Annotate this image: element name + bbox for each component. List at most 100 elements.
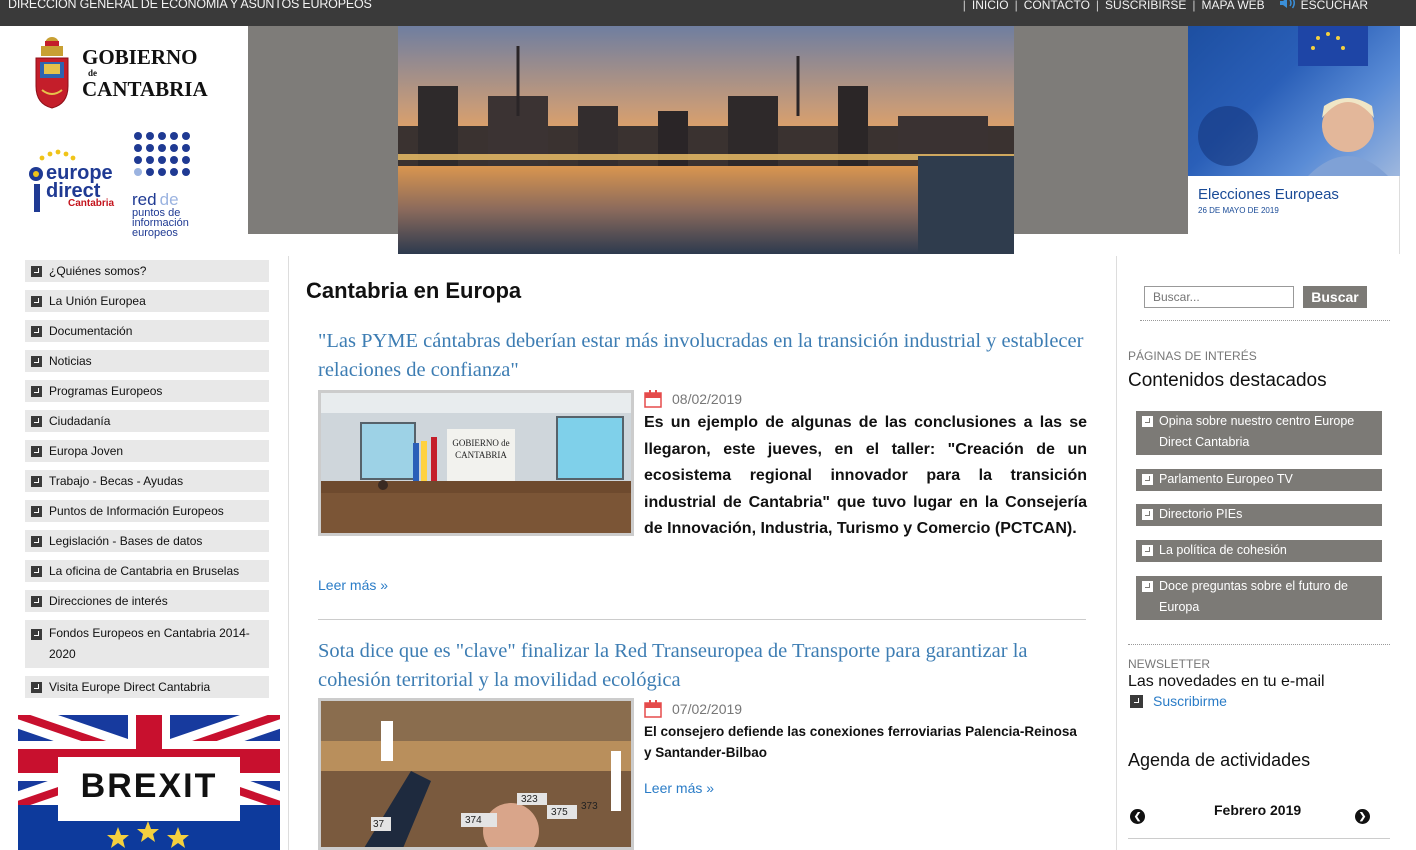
nav-item-union-europea[interactable]: La Unión Europea bbox=[25, 290, 269, 312]
nav-item-legislacion[interactable]: Legislación - Bases de datos bbox=[25, 530, 269, 552]
arrow-icon bbox=[1142, 416, 1153, 427]
article-date: 08/02/2019 bbox=[644, 390, 742, 408]
arrow-icon bbox=[1142, 509, 1153, 520]
link-contacto[interactable]: CONTACTO bbox=[1024, 0, 1090, 12]
article-image[interactable]: GOBIERNO de CANTABRIA bbox=[318, 390, 634, 536]
article-separator bbox=[318, 619, 1086, 620]
seat-number: 374 bbox=[465, 815, 482, 826]
featured-title: Contenidos destacados bbox=[1128, 370, 1327, 391]
arrow-icon bbox=[1142, 474, 1153, 485]
featured-link[interactable]: Opina sobre nuestro centro Europe Direct… bbox=[1136, 411, 1382, 455]
elections-date: 26 DE MAYO DE 2019 bbox=[1198, 206, 1279, 215]
link-inicio[interactable]: INICIO bbox=[972, 0, 1009, 12]
header: GOBIERNO de CANTABRIA europe direct Cant… bbox=[0, 26, 1416, 254]
read-more-link[interactable]: Leer más » bbox=[644, 780, 714, 796]
nav-item-puntos-informacion[interactable]: Puntos de Información Europeos bbox=[25, 500, 269, 522]
top-links: | INICIO | CONTACTO | SUSCRIBIRSE | MAPA… bbox=[957, 0, 1368, 12]
nav-item-oficina-bruselas[interactable]: La oficina de Cantabria en Bruselas bbox=[25, 560, 269, 582]
agenda-title: Agenda de actividades bbox=[1128, 750, 1311, 770]
seat-number: 375 bbox=[551, 807, 568, 818]
featured-link[interactable]: La política de cohesión bbox=[1136, 540, 1382, 562]
nav-item-direcciones[interactable]: Direcciones de interés bbox=[25, 590, 269, 612]
arrow-icon bbox=[31, 416, 42, 427]
arrow-icon bbox=[31, 356, 42, 367]
featured-link[interactable]: Directorio PIEs bbox=[1136, 504, 1382, 526]
divider bbox=[288, 256, 289, 850]
nav-item-visita-europe-direct[interactable]: Visita Europe Direct Cantabria bbox=[25, 676, 269, 698]
next-month-icon[interactable]: ❯ bbox=[1355, 809, 1370, 824]
seat-number: 323 bbox=[521, 794, 538, 805]
arrow-icon bbox=[1142, 581, 1153, 592]
agenda-month: Febrero 2019 bbox=[1214, 802, 1302, 818]
newsletter-label: NEWSLETTER bbox=[1128, 657, 1211, 671]
europe-direct-name: europe direct bbox=[46, 162, 113, 202]
nav-item-documentacion[interactable]: Documentación bbox=[25, 320, 269, 342]
page-title: Cantabria en Europa bbox=[306, 278, 522, 303]
arrow-icon bbox=[31, 446, 42, 457]
featured-link[interactable]: Doce preguntas sobre el futuro de Europa bbox=[1136, 576, 1382, 620]
prev-month-icon[interactable]: ❮ bbox=[1130, 809, 1145, 824]
arrow-icon bbox=[31, 682, 42, 693]
sign-text: GOBIERNO de CANTABRIA bbox=[452, 438, 510, 460]
arrow-icon bbox=[1130, 694, 1143, 708]
elections-photo bbox=[1188, 26, 1400, 176]
arrow-icon bbox=[1142, 545, 1153, 556]
left-navigation: ¿Quiénes somos? La Unión Europea Documen… bbox=[25, 260, 269, 706]
arrow-icon bbox=[31, 536, 42, 547]
coat-of-arms-icon[interactable] bbox=[32, 34, 72, 110]
arrow-icon bbox=[31, 566, 42, 577]
nav-item-trabajo-becas[interactable]: Trabajo - Becas - Ayudas bbox=[25, 470, 269, 492]
red-pie-name: red de puntos de información europeos bbox=[132, 190, 189, 239]
article-date: 07/02/2019 bbox=[644, 700, 742, 718]
calendar-icon bbox=[644, 390, 662, 408]
logo-area: GOBIERNO de CANTABRIA europe direct Cant… bbox=[8, 26, 248, 254]
nav-item-quienes-somos[interactable]: ¿Quiénes somos? bbox=[25, 260, 269, 282]
search-input[interactable] bbox=[1144, 286, 1294, 308]
listen-link[interactable]: ESCUCHAR bbox=[1301, 0, 1368, 12]
divider bbox=[1116, 256, 1117, 850]
arrow-icon bbox=[31, 476, 42, 487]
arrow-icon bbox=[31, 629, 42, 640]
top-bar: Dirección General de Economía y Asuntos … bbox=[0, 0, 1416, 26]
divider bbox=[1140, 320, 1390, 321]
arrow-icon bbox=[31, 386, 42, 397]
read-more-link[interactable]: Leer más » bbox=[318, 577, 388, 593]
nav-item-europa-joven[interactable]: Europa Joven bbox=[25, 440, 269, 462]
department-name: Dirección General de Economía y Asuntos … bbox=[8, 0, 372, 11]
subscribe-link[interactable]: Suscribirme bbox=[1130, 693, 1227, 709]
search-button[interactable]: Buscar bbox=[1303, 286, 1367, 308]
arrow-icon bbox=[31, 596, 42, 607]
arrow-icon bbox=[31, 326, 42, 337]
article-summary: Es un ejemplo de algunas de las conclusi… bbox=[644, 414, 1087, 537]
brexit-banner[interactable]: BREXIT bbox=[18, 715, 280, 850]
article-title[interactable]: "Las PYME cántabras deberían estar más i… bbox=[318, 327, 1098, 385]
article-title[interactable]: Sota dice que es "clave" finalizar la Re… bbox=[318, 637, 1098, 695]
newsletter-text: Las novedades en tu e-mail bbox=[1128, 673, 1325, 690]
article-image[interactable]: 374 375 323 373 37 bbox=[318, 698, 634, 850]
link-mapa-web[interactable]: MAPA WEB bbox=[1202, 0, 1265, 12]
brexit-label: BREXIT bbox=[80, 767, 218, 805]
featured-link[interactable]: Parlamento Europeo TV bbox=[1136, 469, 1382, 491]
government-name[interactable]: GOBIERNO de CANTABRIA bbox=[82, 46, 208, 100]
europe-direct-region: Cantabria bbox=[68, 198, 115, 209]
interest-label: PÁGINAS DE INTERÉS bbox=[1128, 349, 1257, 363]
seat-number: 37 bbox=[373, 819, 385, 830]
article-summary: El consejero defiende las conexiones fer… bbox=[644, 724, 1077, 760]
nav-item-ciudadania[interactable]: Ciudadanía bbox=[25, 410, 269, 432]
red-pie-logo[interactable] bbox=[132, 130, 196, 186]
elections-banner[interactable]: Elecciones Europeas 26 DE MAYO DE 2019 bbox=[1188, 26, 1400, 254]
elections-title: Elecciones Europeas bbox=[1198, 186, 1339, 203]
arrow-icon bbox=[31, 506, 42, 517]
nav-item-programas-europeos[interactable]: Programas Europeos bbox=[25, 380, 269, 402]
divider bbox=[1128, 838, 1390, 839]
nav-item-noticias[interactable]: Noticias bbox=[25, 350, 269, 372]
calendar-icon bbox=[644, 700, 662, 718]
link-suscribirse[interactable]: SUSCRIBIRSE bbox=[1105, 0, 1186, 12]
nav-item-fondos-europeos[interactable]: Fondos Europeos en Cantabria 2014-2020 bbox=[25, 620, 269, 668]
arrow-icon bbox=[31, 266, 42, 277]
header-photo bbox=[398, 26, 1014, 254]
right-sidebar: Buscar PÁGINAS DE INTERÉS Contenidos des… bbox=[1128, 256, 1398, 850]
speaker-icon[interactable] bbox=[1279, 0, 1297, 12]
divider bbox=[1128, 644, 1390, 645]
seat-number: 373 bbox=[581, 801, 598, 812]
